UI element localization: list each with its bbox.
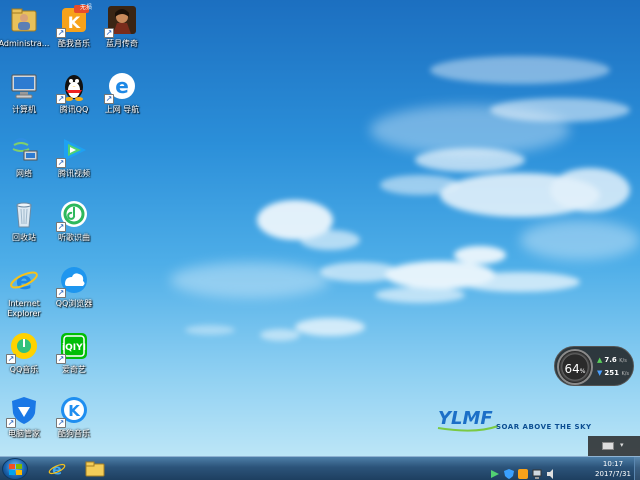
qq-penguin-icon: ↗ <box>56 70 90 104</box>
folder-icon <box>85 461 105 477</box>
upload-speed: ▲ 7.6 K/s <box>597 356 627 364</box>
recycle-bin-icon <box>8 198 40 230</box>
tray-overflow-bar: ▾ <box>588 436 640 456</box>
svg-text:K: K <box>68 402 81 420</box>
network-icon <box>8 134 40 166</box>
show-desktop-button[interactable] <box>634 457 640 480</box>
kuwo-tray-icon[interactable] <box>518 464 528 479</box>
desktop-icon-qq-music[interactable]: ↗ QQ音乐 <box>0 330 48 392</box>
lossless-badge: 无损 <box>79 4 92 11</box>
taskbar-internet-explorer[interactable]: e <box>38 458 76 480</box>
shortcut-arrow-icon: ↗ <box>6 418 16 428</box>
desktop-icon-iqiyi[interactable]: iQIYI ↗ 爱奇艺 <box>48 330 100 392</box>
pc-manager-icon: ↗ <box>6 394 40 428</box>
shortcut-arrow-icon: ↗ <box>56 288 66 298</box>
desktop-icon-qq-browser[interactable]: ↗ QQ浏览器 <box>48 264 100 326</box>
desktop-icon-pc-manager[interactable]: ↗ 电脑管家 <box>0 394 48 456</box>
user-folder-icon <box>8 4 40 36</box>
system-tray: 10:17 2017/7/31 <box>480 457 640 480</box>
music-recognize-icon: ↗ <box>56 198 90 232</box>
upload-arrow-icon: ▲ <box>597 356 603 364</box>
svg-text:iQIYI: iQIYI <box>62 343 86 353</box>
kugou-icon: K ↗ <box>56 394 90 428</box>
shortcut-arrow-icon: ↗ <box>56 354 66 364</box>
windows-logo-icon <box>9 464 22 475</box>
internet-explorer-icon: e <box>8 264 40 296</box>
clock-time: 10:17 <box>602 460 624 468</box>
svg-text:e: e <box>16 267 32 295</box>
tencent-video-tray-icon[interactable] <box>490 464 500 478</box>
desktop-icon-network[interactable]: 网络 <box>0 134 48 196</box>
clock-date: 2017/7/31 <box>595 470 631 478</box>
shortcut-arrow-icon: ↗ <box>56 158 66 168</box>
network-meter-gadget[interactable]: 64% ▲ 7.6 K/s ▼ 251 K/s <box>554 346 634 386</box>
shield-tray-icon[interactable] <box>504 464 514 479</box>
shortcut-arrow-icon: ↗ <box>56 28 66 38</box>
download-speed: ▼ 251 K/s <box>597 369 630 377</box>
ylmf-logo: YLMF SOAR ABOVE THE SKY <box>436 404 596 438</box>
taskbar: e 10:17 2017/7/31 <box>0 456 640 480</box>
shortcut-arrow-icon: ↗ <box>104 28 114 38</box>
ie-browser-icon: e ↗ <box>104 70 138 104</box>
desktop-icon-computer[interactable]: 计算机 <box>0 70 48 132</box>
desktop-icon-tencent-video[interactable]: ↗ 腾讯视频 <box>48 134 100 196</box>
desktop-icon-recycle-bin[interactable]: 回收站 <box>0 198 48 260</box>
desktop-icon-administrator[interactable]: Administra... <box>0 4 49 66</box>
qq-browser-icon: ↗ <box>56 264 90 298</box>
keyboard-icon[interactable] <box>602 442 614 450</box>
desktop-icon-lanyue-game[interactable]: ↗ 蓝月传奇 <box>96 4 148 66</box>
desktop-icon-kuwo-music[interactable]: K 无损 ↗ 酷我音乐 <box>48 4 100 66</box>
taskbar-file-explorer[interactable] <box>76 458 114 480</box>
shortcut-arrow-icon: ↗ <box>56 94 66 104</box>
tencent-video-icon: ↗ <box>56 134 90 168</box>
kuwo-music-icon: K 无损 ↗ <box>56 4 92 38</box>
iqiyi-icon: iQIYI ↗ <box>56 330 90 364</box>
dropdown-arrow-icon[interactable]: ▾ <box>620 441 624 449</box>
cpu-gauge: 64% <box>557 349 593 385</box>
desktop-icon-music-recognize[interactable]: ↗ 听歌识曲 <box>48 198 100 260</box>
desktop-icon-tencent-qq[interactable]: ↗ 腾讯QQ <box>48 70 100 132</box>
svg-text:K: K <box>68 13 81 32</box>
logo-tagline: SOAR ABOVE THE SKY <box>496 423 592 431</box>
svg-text:YLMF: YLMF <box>438 408 493 429</box>
desktop-icon-internet-explorer[interactable]: e Internet Explorer <box>0 264 48 326</box>
start-button[interactable] <box>2 458 28 480</box>
game-icon: ↗ <box>104 4 138 38</box>
shortcut-arrow-icon: ↗ <box>104 94 114 104</box>
taskbar-clock[interactable]: 10:17 2017/7/31 <box>594 459 632 479</box>
internet-explorer-icon: e <box>48 462 66 478</box>
qq-music-icon: ↗ <box>6 330 40 364</box>
shortcut-arrow-icon: ↗ <box>56 222 66 232</box>
shortcut-arrow-icon: ↗ <box>6 354 16 364</box>
svg-text:e: e <box>115 74 129 98</box>
volume-tray-icon[interactable] <box>546 464 556 479</box>
desktop-icon-kugou-music[interactable]: K ↗ 酷狗音乐 <box>48 394 100 456</box>
desktop-icon-web-navigation[interactable]: e ↗ 上网 导航 <box>96 70 148 132</box>
download-arrow-icon: ▼ <box>597 369 603 377</box>
computer-icon <box>8 70 40 102</box>
network-tray-icon[interactable] <box>532 464 542 479</box>
shortcut-arrow-icon: ↗ <box>56 418 66 428</box>
